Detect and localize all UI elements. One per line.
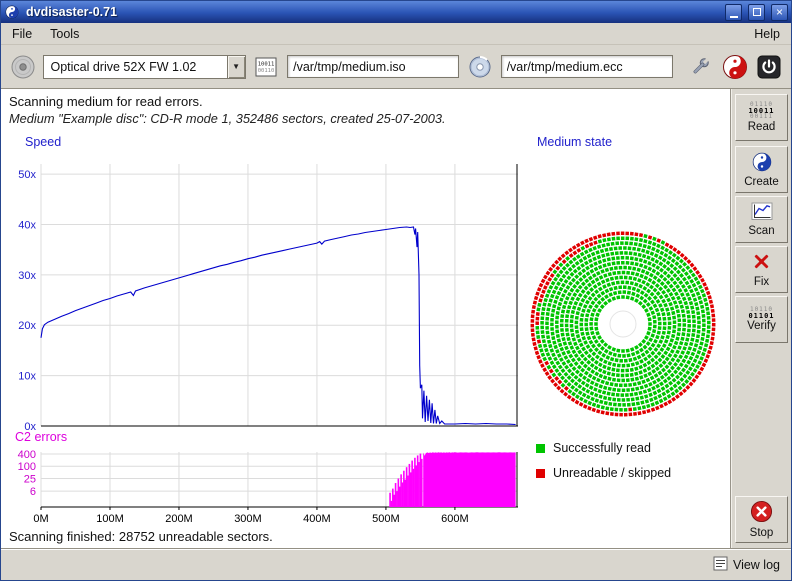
- scan-result-text: Scanning finished: 28752 unreadable sect…: [9, 529, 273, 544]
- view-log-label: View log: [733, 558, 780, 572]
- svg-text:0M: 0M: [33, 513, 48, 525]
- svg-text:00110: 00110: [258, 68, 275, 74]
- svg-text:400: 400: [18, 449, 36, 461]
- binary-read-icon: 01110 10011 00111: [748, 102, 774, 120]
- svg-text:20x: 20x: [18, 320, 36, 332]
- svg-text:50x: 50x: [18, 169, 36, 181]
- drive-select[interactable]: Optical drive 52X FW 1.02 ▼: [43, 55, 245, 79]
- svg-text:10011: 10011: [258, 61, 275, 67]
- speed-chart-title: Speed: [25, 135, 61, 149]
- quit-power-icon[interactable]: [756, 53, 783, 81]
- svg-text:500M: 500M: [372, 513, 400, 525]
- read-label: Read: [748, 121, 776, 133]
- titlebar[interactable]: dvdisaster-0.71 ×: [1, 1, 791, 23]
- charts-canvas: 0M100M200M300M400M500M600M0x10x20x30x40x…: [1, 89, 730, 549]
- fix-button[interactable]: Fix: [735, 246, 788, 293]
- view-log-button[interactable]: View log: [712, 555, 781, 575]
- maximize-icon: [753, 8, 761, 16]
- stop-button[interactable]: Stop: [735, 496, 788, 543]
- svg-text:300M: 300M: [234, 513, 262, 525]
- verify-label: Verify: [747, 320, 776, 332]
- svg-text:400M: 400M: [303, 513, 331, 525]
- yin-yang-icon: [752, 152, 772, 175]
- iso-path-input[interactable]: [287, 55, 459, 78]
- menu-file[interactable]: File: [3, 25, 41, 43]
- window-title: dvdisaster-0.71: [24, 5, 719, 19]
- dvdisaster-logo-icon[interactable]: [721, 53, 748, 81]
- medium-state-title: Medium state: [537, 135, 612, 149]
- drive-icon[interactable]: [9, 53, 36, 81]
- read-button[interactable]: 01110 10011 00111 Read: [735, 94, 788, 141]
- binary-verify-icon: 10110 01101: [748, 307, 774, 319]
- read-color-swatch: [536, 444, 545, 453]
- menu-help[interactable]: Help: [745, 25, 789, 43]
- legend-label-unreadable: Unreadable / skipped: [553, 466, 671, 480]
- create-button[interactable]: Create: [735, 146, 788, 193]
- action-sidebar: 01110 10011 00111 Read Create Scan Fix: [730, 89, 791, 549]
- log-list-icon: [713, 556, 728, 574]
- svg-text:40x: 40x: [18, 219, 36, 231]
- stop-icon: [750, 500, 773, 526]
- maximize-button[interactable]: [748, 4, 765, 21]
- app-window: dvdisaster-0.71 × File Tools Help Optica…: [0, 0, 792, 581]
- minimize-icon: [730, 16, 738, 18]
- fix-tools-icon: [751, 251, 772, 275]
- error-color-swatch: [536, 469, 545, 478]
- app-logo-icon: [4, 4, 20, 20]
- svg-text:6: 6: [30, 486, 36, 498]
- svg-text:200M: 200M: [165, 513, 193, 525]
- create-label: Create: [744, 176, 779, 188]
- bottombar: View log: [1, 549, 791, 580]
- scan-label: Scan: [748, 225, 774, 237]
- ecc-file-icon: [466, 53, 493, 81]
- legend-item-read: Successfully read: [536, 441, 651, 455]
- svg-text:100: 100: [18, 461, 36, 473]
- iso-file-icon: 1001100110: [253, 53, 280, 81]
- svg-text:10x: 10x: [18, 371, 36, 383]
- ecc-path-input[interactable]: [501, 55, 673, 78]
- svg-text:30x: 30x: [18, 270, 36, 282]
- main-panel: Scanning medium for read errors. Medium …: [1, 89, 730, 549]
- c2-errors-title: C2 errors: [15, 430, 67, 444]
- close-button[interactable]: ×: [771, 4, 788, 21]
- preferences-wrench-icon[interactable]: [687, 53, 714, 81]
- svg-text:100M: 100M: [96, 513, 124, 525]
- legend-label-read: Successfully read: [553, 441, 651, 455]
- legend-item-unreadable: Unreadable / skipped: [536, 466, 671, 480]
- menubar: File Tools Help: [1, 23, 791, 45]
- binary-line: 01101: [748, 313, 774, 319]
- minimize-button[interactable]: [725, 4, 742, 21]
- svg-text:600M: 600M: [441, 513, 469, 525]
- svg-text:25: 25: [24, 474, 36, 486]
- scan-button[interactable]: Scan: [735, 196, 788, 243]
- chevron-down-icon[interactable]: ▼: [227, 56, 245, 78]
- binary-line: 00111: [750, 114, 773, 120]
- stop-label: Stop: [750, 527, 774, 539]
- verify-button[interactable]: 10110 01101 Verify: [735, 296, 788, 343]
- menu-tools[interactable]: Tools: [41, 25, 88, 43]
- fix-label: Fix: [754, 276, 769, 288]
- toolbar: Optical drive 52X FW 1.02 ▼ 1001100110: [1, 45, 791, 89]
- scan-chart-icon: [751, 202, 773, 224]
- drive-select-value: Optical drive 52X FW 1.02: [44, 56, 226, 78]
